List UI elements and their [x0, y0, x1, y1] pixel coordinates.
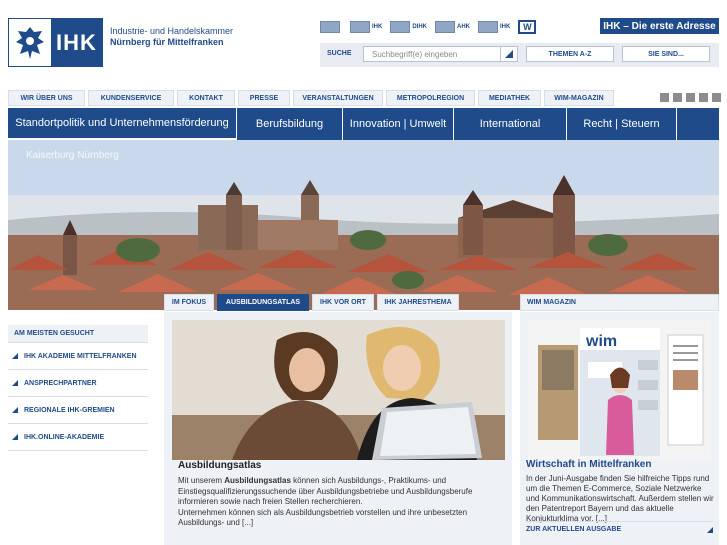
teaser-panel: Ausbildungsatlas Mit unserem Ausbildungs…: [164, 312, 512, 545]
main-nav-international[interactable]: International: [454, 108, 567, 140]
most-searched-sidebar: AM MEISTEN GESUCHT IHK AKADEMIE MITTELFR…: [8, 325, 148, 451]
sidebar-item-online-akademie[interactable]: IHK.ONLINE-AKADEMIE: [8, 424, 148, 451]
service-nav-wir-ueber-uns[interactable]: WIR ÜBER UNS: [8, 90, 85, 106]
search-submit-button[interactable]: [500, 46, 518, 62]
service-navigation: WIR ÜBER UNS KUNDENSERVICE KONTAKT PRESS…: [8, 90, 614, 106]
search-label: SUCHE: [327, 50, 352, 57]
tab-im-fokus[interactable]: IM FOKUS: [164, 294, 214, 311]
flag-link-english[interactable]: [320, 21, 342, 34]
teaser-title: Ausbildungsatlas: [178, 460, 262, 471]
service-nav-kundenservice[interactable]: KUNDENSERVICE: [88, 90, 174, 106]
wim-panel: wim Wirtschaft in Mittelfranken In der J…: [520, 312, 719, 545]
flag-link-ihk-2[interactable]: IHK: [478, 21, 510, 34]
wim-cover-image[interactable]: wim: [528, 320, 711, 460]
xing-icon[interactable]: [712, 93, 721, 102]
org-name-line2: Nürnberg für Mittelfranken: [110, 37, 224, 47]
themen-az-button[interactable]: THEMEN A-Z: [526, 46, 614, 62]
search-bar: SUCHE Suchbegriff(e) eingeben THEMEN A-Z…: [320, 43, 719, 67]
tab-ihk-vor-ort[interactable]: IHK VOR ORT: [312, 294, 374, 311]
tab-ihk-jahresthema[interactable]: IHK JAHRESTHEMA: [377, 294, 459, 311]
sidebar-item-regionale-gremien[interactable]: REGIONALE IHK-GREMIEN: [8, 397, 148, 424]
main-nav-recht-steuern[interactable]: Recht | Steuern: [567, 108, 677, 140]
main-nav-berufsbildung[interactable]: Berufsbildung: [237, 108, 343, 140]
sidebar-heading: AM MEISTEN GESUCHT: [8, 325, 148, 343]
logo-text: IHK: [56, 30, 97, 55]
wj-link[interactable]: W: [518, 20, 537, 34]
flag-link-dihk[interactable]: DIHK: [390, 21, 427, 34]
arrow-corner-icon: [12, 353, 18, 359]
youtube-icon[interactable]: [699, 93, 708, 102]
organization-name: Industrie- und Handelskammer Nürnberg fü…: [110, 26, 233, 48]
main-nav-standortpolitik[interactable]: Standortpolitik und Unternehmensförderun…: [8, 108, 237, 140]
service-nav-metropolregion[interactable]: METROPOLREGION: [386, 90, 475, 106]
wim-title[interactable]: Wirtschaft in Mittelfranken: [526, 459, 651, 470]
hero-image: Kaiserburg Nürnberg: [8, 140, 719, 310]
search-input[interactable]: Suchbegriff(e) eingeben: [363, 46, 501, 62]
ahk-flag-icon: [435, 21, 456, 33]
sidebar-item-ihk-akademie[interactable]: IHK AKADEMIE MITTELFRANKEN: [8, 343, 148, 370]
social-links: [660, 93, 721, 102]
service-nav-kontakt[interactable]: KONTAKT: [177, 90, 235, 106]
sidebar-item-ansprechpartner[interactable]: ANSPRECHPARTNER: [8, 370, 148, 397]
teaser-text-bold: Ausbildungsatlas: [224, 476, 291, 485]
arrow-corner-icon: [12, 407, 18, 413]
arrow-corner-icon: [12, 434, 18, 440]
magazine-cover-illustration: wim: [528, 320, 711, 460]
eagle-emblem-icon: [8, 18, 52, 67]
ihk-flag-icon: [350, 21, 370, 33]
service-nav-veranstaltungen[interactable]: VERANSTALTUNGEN: [293, 90, 383, 106]
arrow-corner-icon: [707, 526, 713, 533]
partner-flag-links: IHK DIHK AHK IHK W: [320, 20, 537, 34]
union-flag-icon: [320, 21, 340, 33]
sie-sind-button[interactable]: SIE SIND...: [622, 46, 710, 62]
teaser-tabs: IM FOKUS AUSBILDUNGSATLAS IHK VOR ORT IH…: [164, 294, 459, 311]
dihk-flag-icon: [390, 21, 411, 33]
flag-link-ihk[interactable]: IHK: [350, 21, 382, 34]
flag-link-ahk[interactable]: AHK: [435, 21, 470, 34]
service-nav-presse[interactable]: PRESSE: [238, 90, 290, 106]
submit-arrow-icon: [505, 50, 513, 58]
org-name-line1: Industrie- und Handelskammer: [110, 26, 234, 36]
arrow-corner-icon: [12, 380, 18, 386]
ihk-logo[interactable]: IHK: [8, 18, 103, 67]
twitter-icon[interactable]: [686, 93, 695, 102]
teaser-text: Mit unserem Ausbildungsatlas können sich…: [178, 476, 473, 528]
ihk-flag-icon: [478, 21, 499, 33]
hero-caption: Kaiserburg Nürnberg: [26, 150, 119, 161]
tab-ausbildungsatlas[interactable]: AUSBILDUNGSATLAS: [217, 294, 309, 311]
slogan-banner: IHK – Die erste Adresse: [600, 18, 719, 34]
current-issue-link[interactable]: ZUR AKTUELLEN AUSGABE: [526, 521, 713, 537]
facebook-icon[interactable]: [673, 93, 682, 102]
main-nav-innovation-umwelt[interactable]: Innovation | Umwelt: [343, 108, 454, 140]
service-nav-wim-magazin[interactable]: WIM-MAGAZIN: [544, 90, 614, 106]
wim-heading: WIM MAGAZIN: [520, 294, 719, 311]
main-navigation: Standortpolitik und Unternehmensförderun…: [8, 108, 719, 140]
wim-text: In der Juni-Ausgabe finden Sie hilfreich…: [526, 474, 714, 523]
teaser-text-second: Unternehmen können sich als Ausbildungsb…: [178, 507, 468, 528]
two-women-laptop-illustration: [172, 320, 505, 460]
rss-icon[interactable]: [660, 93, 669, 102]
teaser-photo[interactable]: [172, 320, 505, 460]
nuremberg-skyline-illustration: [8, 140, 719, 310]
cover-logo-text: wim: [585, 333, 617, 350]
service-nav-mediathek[interactable]: MEDIATHEK: [478, 90, 541, 106]
